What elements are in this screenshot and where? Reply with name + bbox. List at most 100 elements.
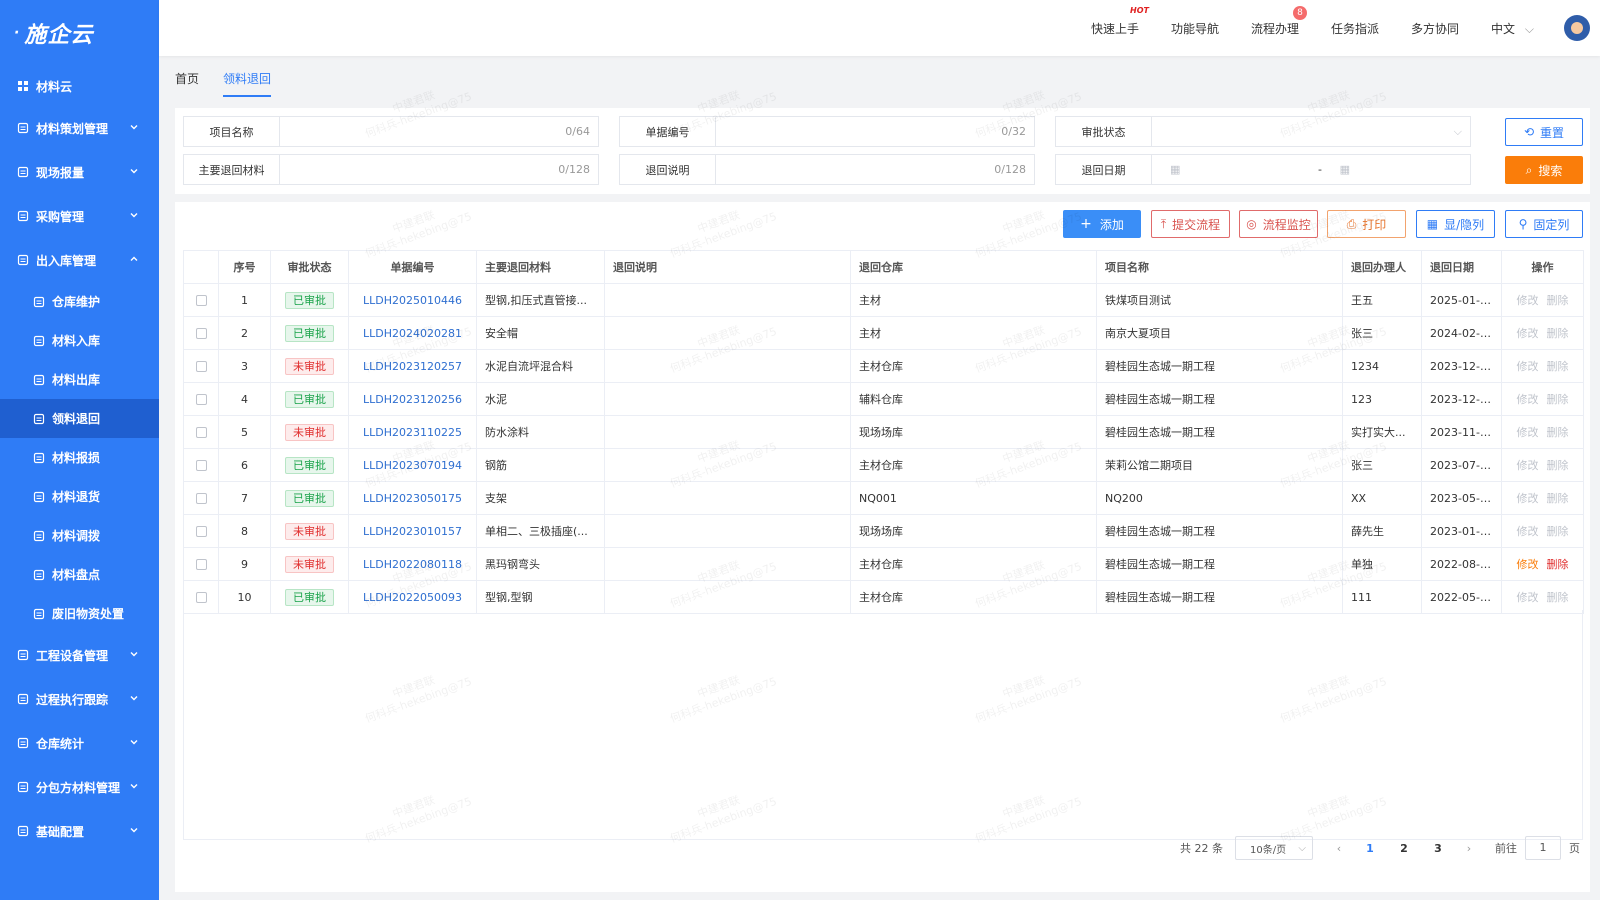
edit-button[interactable]: 修改 [1517, 525, 1539, 538]
row-checkbox[interactable] [195, 526, 207, 537]
doc-no-link[interactable]: LLDH2023120256 [363, 393, 462, 406]
page-1-button[interactable]: 1 [1359, 842, 1381, 855]
edit-button[interactable]: 修改 [1517, 393, 1539, 406]
doc-no-link[interactable]: LLDH2023010157 [363, 525, 462, 538]
table-row[interactable]: 9 未审批 LLDH2022080118 黑玛钢弯头 主材仓库 碧桂园生态城一期工程 单独 2… [183, 547, 1584, 581]
toggle-columns-button[interactable]: ▦ 显/隐列 [1416, 210, 1495, 238]
tab-home[interactable]: 首页 [175, 70, 199, 97]
sidebar-subitem-0[interactable]: 仓库维护 [0, 282, 159, 321]
sidebar-item-bottom-3[interactable]: 分包方材料管理 [0, 765, 159, 809]
delete-button[interactable]: 删除 [1547, 591, 1569, 604]
row-checkbox[interactable] [195, 427, 207, 438]
doc-no-input[interactable]: 0/32 [716, 117, 1034, 146]
sidebar-item-material-cloud[interactable]: 材料云 [0, 66, 159, 106]
sidebar-item-bottom-1[interactable]: 过程执行跟踪 [0, 677, 159, 721]
delete-button[interactable]: 删除 [1547, 294, 1569, 307]
avatar[interactable] [1564, 15, 1590, 41]
tab-material-return[interactable]: 领料退回 [223, 70, 272, 97]
row-checkbox[interactable] [195, 493, 207, 504]
table-row[interactable]: 10 已审批 LLDH2022050093 型钢,型钢 主材仓库 碧桂园生态城一期工程 11… [183, 580, 1584, 614]
row-checkbox[interactable] [195, 361, 207, 372]
table-row[interactable]: 7 已审批 LLDH2023050175 支架 NQ001 NQ200 XX 2023-05-… [183, 481, 1584, 515]
table-row[interactable]: 1 已审批 LLDH2025010446 型钢,扣压式直管接... 主材 铁煤项目测试 王五… [183, 283, 1584, 317]
doc-no-link[interactable]: LLDH2023050175 [363, 492, 462, 505]
page-3-button[interactable]: 3 [1427, 842, 1449, 855]
table-row[interactable]: 2 已审批 LLDH2024020281 安全帽 主材 南京大夏项目 张三 2024-02-2… [183, 316, 1584, 350]
table-row[interactable]: 3 未审批 LLDH2023120257 水泥自流坪混合料 主材仓库 碧桂园生态城一期工程… [183, 349, 1584, 383]
doc-no-link[interactable]: LLDH2023120257 [363, 360, 462, 373]
row-checkbox[interactable] [195, 559, 207, 570]
delete-button[interactable]: 删除 [1547, 459, 1569, 472]
data-table: 序号 审批状态 单据编号 主要退回材料 退回说明 退回仓库 项目名称 退回办理人… [183, 250, 1584, 614]
edit-button[interactable]: 修改 [1517, 558, 1539, 571]
print-button[interactable]: ⎙ 打印 [1327, 210, 1406, 238]
row-checkbox[interactable] [195, 592, 207, 603]
sidebar-item-items-2[interactable]: 采购管理 [0, 194, 159, 238]
delete-button[interactable]: 删除 [1547, 492, 1569, 505]
row-checkbox[interactable] [195, 295, 207, 306]
edit-button[interactable]: 修改 [1517, 591, 1539, 604]
reset-button[interactable]: ⟲ 重置 [1505, 118, 1583, 146]
edit-button[interactable]: 修改 [1517, 294, 1539, 307]
sidebar-subitem-6[interactable]: 材料调拨 [0, 516, 159, 555]
sidebar-subitem-5[interactable]: 材料退货 [0, 477, 159, 516]
collaboration-link[interactable]: 多方协同 [1411, 20, 1459, 37]
delete-button[interactable]: 删除 [1547, 426, 1569, 439]
material-input[interactable]: 0/128 [280, 155, 598, 184]
delete-button[interactable]: 删除 [1547, 525, 1569, 538]
doc-no-link[interactable]: LLDH2024020281 [363, 327, 462, 340]
delete-button[interactable]: 删除 [1547, 393, 1569, 406]
fix-columns-button[interactable]: ⚲ 固定列 [1505, 210, 1583, 238]
delete-button[interactable]: 删除 [1547, 558, 1569, 571]
sidebar-item-bottom-4[interactable]: 基础配置 [0, 809, 159, 853]
quick-start-link[interactable]: 快速上手 HOT [1091, 6, 1149, 37]
sidebar-subitem-8[interactable]: 废旧物资处置 [0, 594, 159, 633]
submit-workflow-button[interactable]: ⤒ 提交流程 [1151, 210, 1230, 238]
workflow-link[interactable]: 流程办理 8 [1251, 5, 1308, 37]
project-name-input[interactable]: 0/64 [280, 117, 598, 146]
page-size-select[interactable]: 10条/页 ⌵ [1235, 836, 1313, 860]
add-button[interactable]: + 添加 [1063, 210, 1141, 238]
goto-page-input[interactable]: 1 [1525, 836, 1561, 860]
page-2-button[interactable]: 2 [1393, 842, 1415, 855]
sidebar-subitem-1[interactable]: 材料入库 [0, 321, 159, 360]
edit-button[interactable]: 修改 [1517, 459, 1539, 472]
task-assign-link[interactable]: 任务指派 [1331, 20, 1379, 37]
table-row[interactable]: 6 已审批 LLDH2023070194 钢筋 主材仓库 茉莉公馆二期项目 张三 2023-0… [183, 448, 1584, 482]
doc-no-link[interactable]: LLDH2023070194 [363, 459, 462, 472]
doc-no-link[interactable]: LLDH2025010446 [363, 294, 462, 307]
language-select[interactable]: 中文 ⌵ [1491, 20, 1534, 37]
edit-button[interactable]: 修改 [1517, 360, 1539, 373]
sidebar-item-bottom-2[interactable]: 仓库统计 [0, 721, 159, 765]
doc-no-link[interactable]: LLDH2023110225 [363, 426, 462, 439]
sidebar-subitem-2[interactable]: 材料出库 [0, 360, 159, 399]
sidebar-subitem-3[interactable]: 领料退回 [0, 399, 159, 438]
edit-button[interactable]: 修改 [1517, 492, 1539, 505]
prev-page-button[interactable]: ‹ [1331, 842, 1347, 855]
sidebar-subitem-7[interactable]: 材料盘点 [0, 555, 159, 594]
doc-no-link[interactable]: LLDH2022050093 [363, 591, 462, 604]
edit-button[interactable]: 修改 [1517, 327, 1539, 340]
delete-button[interactable]: 删除 [1547, 360, 1569, 373]
sidebar-subitem-4[interactable]: 材料报损 [0, 438, 159, 477]
desc-input[interactable]: 0/128 [716, 155, 1034, 184]
sidebar-item-items-0[interactable]: 材料策划管理 [0, 106, 159, 150]
workflow-monitor-button[interactable]: ◎ 流程监控 [1239, 210, 1318, 238]
date-range-input[interactable]: ▦ - ▦ [1152, 155, 1470, 184]
status-select[interactable]: ⌵ [1152, 117, 1470, 146]
sidebar-item-items-1[interactable]: 现场报量 [0, 150, 159, 194]
row-checkbox[interactable] [195, 394, 207, 405]
next-page-button[interactable]: › [1461, 842, 1477, 855]
row-checkbox[interactable] [195, 328, 207, 339]
table-row[interactable]: 8 未审批 LLDH2023010157 单相二、三极插座(... 现场场库 碧桂园生态城… [183, 514, 1584, 548]
sidebar-item-items-3[interactable]: 出入库管理 [0, 238, 159, 282]
function-nav-link[interactable]: 功能导航 [1171, 20, 1219, 37]
sidebar-item-bottom-0[interactable]: 工程设备管理 [0, 633, 159, 677]
doc-no-link[interactable]: LLDH2022080118 [363, 558, 462, 571]
search-button[interactable]: ⌕ 搜索 [1505, 156, 1583, 184]
table-row[interactable]: 5 未审批 LLDH2023110225 防水涂料 现场场库 碧桂园生态城一期工程 实打实大… [183, 415, 1584, 449]
edit-button[interactable]: 修改 [1517, 426, 1539, 439]
table-row[interactable]: 4 已审批 LLDH2023120256 水泥 辅料仓库 碧桂园生态城一期工程 123 202… [183, 382, 1584, 416]
delete-button[interactable]: 删除 [1547, 327, 1569, 340]
row-checkbox[interactable] [195, 460, 207, 471]
